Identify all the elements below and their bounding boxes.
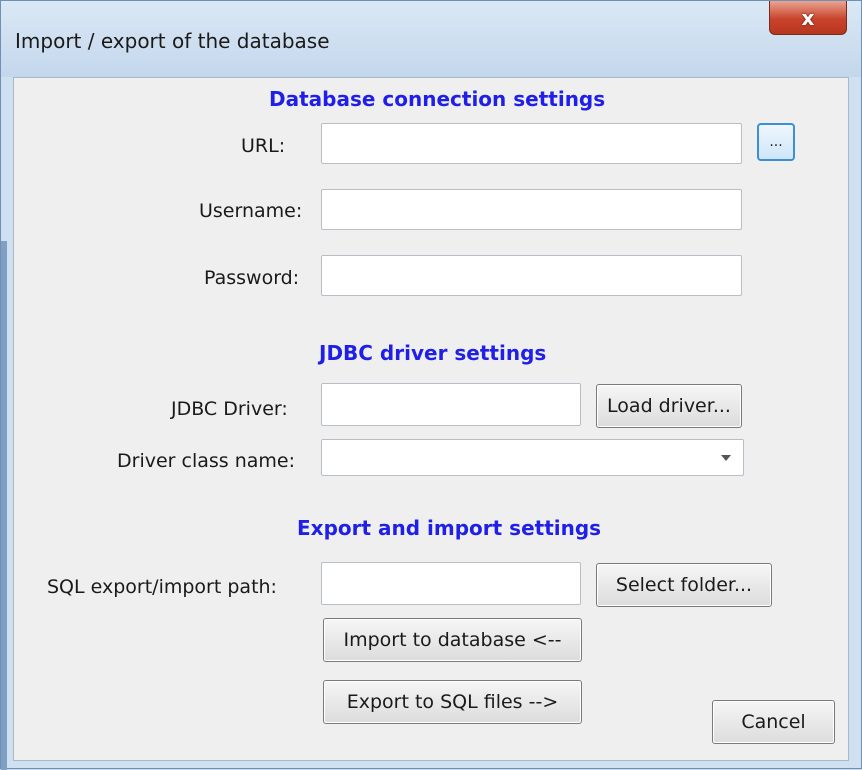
driver-class-label: Driver class name: <box>117 450 295 472</box>
sql-path-input[interactable] <box>321 562 581 605</box>
close-button[interactable]: x <box>769 1 847 35</box>
export-section-heading: Export and import settings <box>297 516 602 540</box>
jdbc-driver-input[interactable] <box>321 383 581 426</box>
jdbc-section-heading: JDBC driver settings <box>319 341 547 365</box>
load-driver-button[interactable]: Load driver... <box>596 384 742 428</box>
url-label: URL: <box>241 135 286 157</box>
select-folder-button[interactable]: Select folder... <box>596 563 772 607</box>
import-to-database-button[interactable]: Import to database <-- <box>323 618 582 662</box>
ellipsis-icon: ... <box>769 134 783 150</box>
export-to-sql-button[interactable]: Export to SQL files --> <box>323 680 582 724</box>
browse-url-button[interactable]: ... <box>757 123 795 161</box>
url-input[interactable] <box>321 123 742 164</box>
driver-class-select[interactable] <box>321 439 744 476</box>
chevron-down-icon[interactable] <box>721 455 731 461</box>
username-input[interactable] <box>321 189 742 230</box>
password-input[interactable] <box>321 255 742 296</box>
sql-path-label: SQL export/import path: <box>47 576 277 598</box>
title-bar[interactable]: Import / export of the database x <box>1 1 861 77</box>
dialog-window: Import / export of the database x Databa… <box>0 0 862 770</box>
jdbc-driver-label: JDBC Driver: <box>171 398 288 420</box>
username-label: Username: <box>199 200 303 222</box>
password-label: Password: <box>204 267 300 289</box>
close-icon: x <box>801 5 815 30</box>
window-title: Import / export of the database <box>15 29 330 53</box>
window-left-edge <box>1 241 7 770</box>
db-section-heading: Database connection settings <box>269 87 606 111</box>
cancel-button[interactable]: Cancel <box>712 700 835 744</box>
